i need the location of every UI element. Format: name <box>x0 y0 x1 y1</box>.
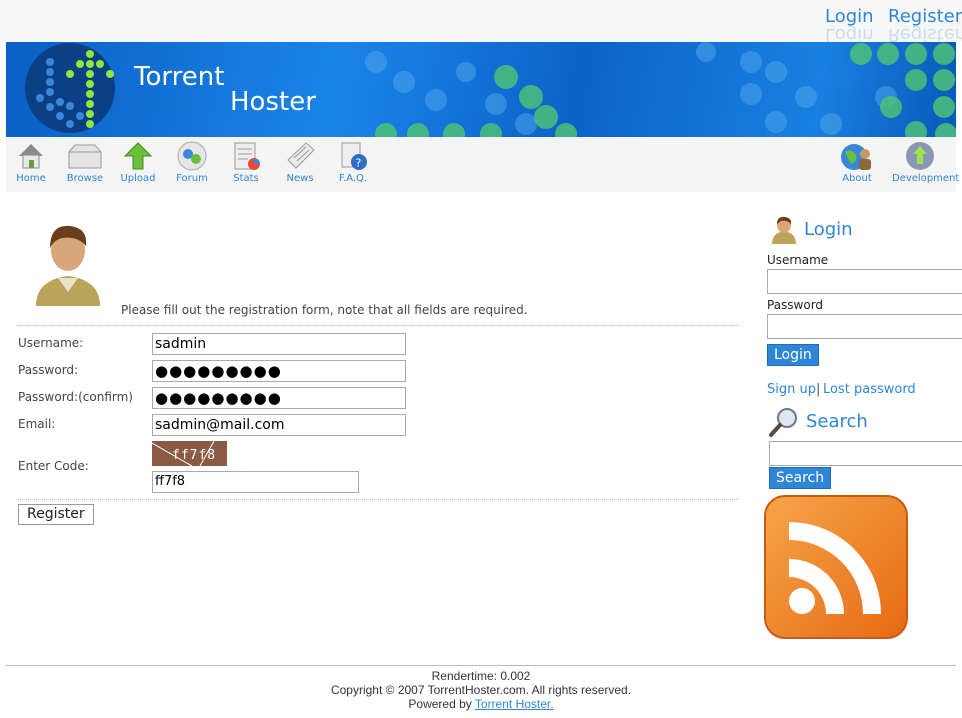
nav-label-about: About <box>842 173 872 184</box>
footer-rendertime: Rendertime: 0.002 <box>431 669 531 683</box>
sidebar-search-button[interactable]: Search <box>769 467 832 489</box>
password-confirm-label: Password:(confirm) <box>18 390 133 404</box>
logo-title-line2: Hoster <box>230 87 316 117</box>
form-bottom-divider <box>16 499 739 500</box>
register-submit-button[interactable]: Register <box>18 504 94 525</box>
browse-icon <box>68 144 102 169</box>
footer-powered-prefix: Powered by <box>408 697 472 711</box>
nav-item-news[interactable]: News <box>272 140 328 184</box>
user-avatar-icon <box>36 225 100 306</box>
sidebar-login-button[interactable]: Login <box>767 344 819 366</box>
nav-label-news: News <box>286 173 314 184</box>
password-label: Password: <box>18 363 79 377</box>
nav-label-upload: Upload <box>120 173 156 184</box>
top-login-link[interactable]: Login Login <box>825 5 874 45</box>
development-icon <box>906 142 934 170</box>
sidebar-username-input[interactable] <box>767 269 962 294</box>
main-navigation: Home Browse Upload Forum Stats News ? F.… <box>3 137 960 192</box>
nav-item-browse[interactable]: Browse <box>57 140 113 184</box>
nav-item-faq[interactable]: ? F.A.Q. <box>325 140 381 184</box>
password-input[interactable]: ●●●●●●●●● <box>152 360 406 382</box>
nav-item-stats[interactable]: Stats <box>218 140 274 184</box>
sidebar-login-heading: Login <box>804 219 853 240</box>
email-label: Email: <box>18 417 56 431</box>
search-magnifier-icon <box>769 408 797 437</box>
registration-intro-text: Please fill out the registration form, n… <box>121 303 528 317</box>
nav-label-forum: Forum <box>176 173 208 184</box>
top-bar: Login Login Register Register <box>0 0 962 45</box>
nav-item-development[interactable]: Development <box>892 140 960 184</box>
login-user-icon <box>772 216 796 244</box>
captcha-image: ff7f8 <box>152 441 227 466</box>
top-register-link[interactable]: Register Register <box>888 5 962 45</box>
upload-arrow-icon <box>123 142 153 170</box>
nav-item-upload[interactable]: Upload <box>110 140 166 184</box>
faq-help-icon: ? <box>341 142 367 170</box>
enter-code-label: Enter Code: <box>18 459 89 473</box>
footer-powered-link[interactable]: Torrent Hoster. <box>475 697 554 711</box>
sidebar-search-input[interactable] <box>769 441 962 466</box>
news-icon <box>287 142 315 169</box>
nav-item-about[interactable]: About <box>829 140 885 184</box>
footer-powered: Powered by Torrent Hoster. <box>0 697 962 711</box>
nav-label-stats: Stats <box>233 173 259 184</box>
password-confirm-input[interactable]: ●●●●●●●●● <box>152 387 406 409</box>
sidebar-password-label: Password <box>767 298 824 312</box>
svg-text:?: ? <box>356 157 362 170</box>
sidebar-password-input[interactable] <box>767 314 962 339</box>
email-input[interactable]: sadmin@mail.com <box>152 414 406 436</box>
nav-item-home[interactable]: Home <box>3 140 59 184</box>
forum-icon <box>177 141 207 171</box>
username-input[interactable]: sadmin <box>152 333 406 355</box>
sidebar-search-heading: Search <box>806 411 868 432</box>
link-separator: | <box>816 382 821 397</box>
stats-icon <box>234 142 260 170</box>
captcha-code-input[interactable]: ff7f8 <box>152 471 359 493</box>
top-register-label: Register <box>888 6 962 27</box>
footer-copyright: Copyright © 2007 TorrentHoster.com. All … <box>330 683 632 697</box>
top-login-label: Login <box>825 6 874 27</box>
sidebar-username-label: Username <box>767 253 829 267</box>
nav-label-development: Development <box>892 173 960 184</box>
rss-feed-icon[interactable] <box>764 495 908 639</box>
logo-emblem <box>25 43 115 133</box>
username-label: Username: <box>18 336 84 350</box>
logo-title-line1: Torrent <box>134 62 225 92</box>
site-banner: Torrent Hoster <box>6 42 956 137</box>
nav-label-faq: F.A.Q. <box>338 173 368 184</box>
signup-link[interactable]: Sign up <box>767 382 816 397</box>
nav-item-forum[interactable]: Forum <box>164 140 220 184</box>
captcha-text: ff7f8 <box>172 448 217 463</box>
footer-divider <box>6 665 956 666</box>
form-top-divider <box>16 325 739 326</box>
home-icon <box>19 144 43 169</box>
nav-label-home: Home <box>16 173 46 184</box>
nav-label-browse: Browse <box>66 173 104 184</box>
about-globe-user-icon <box>841 144 871 170</box>
lost-password-link[interactable]: Lost password <box>823 382 916 397</box>
